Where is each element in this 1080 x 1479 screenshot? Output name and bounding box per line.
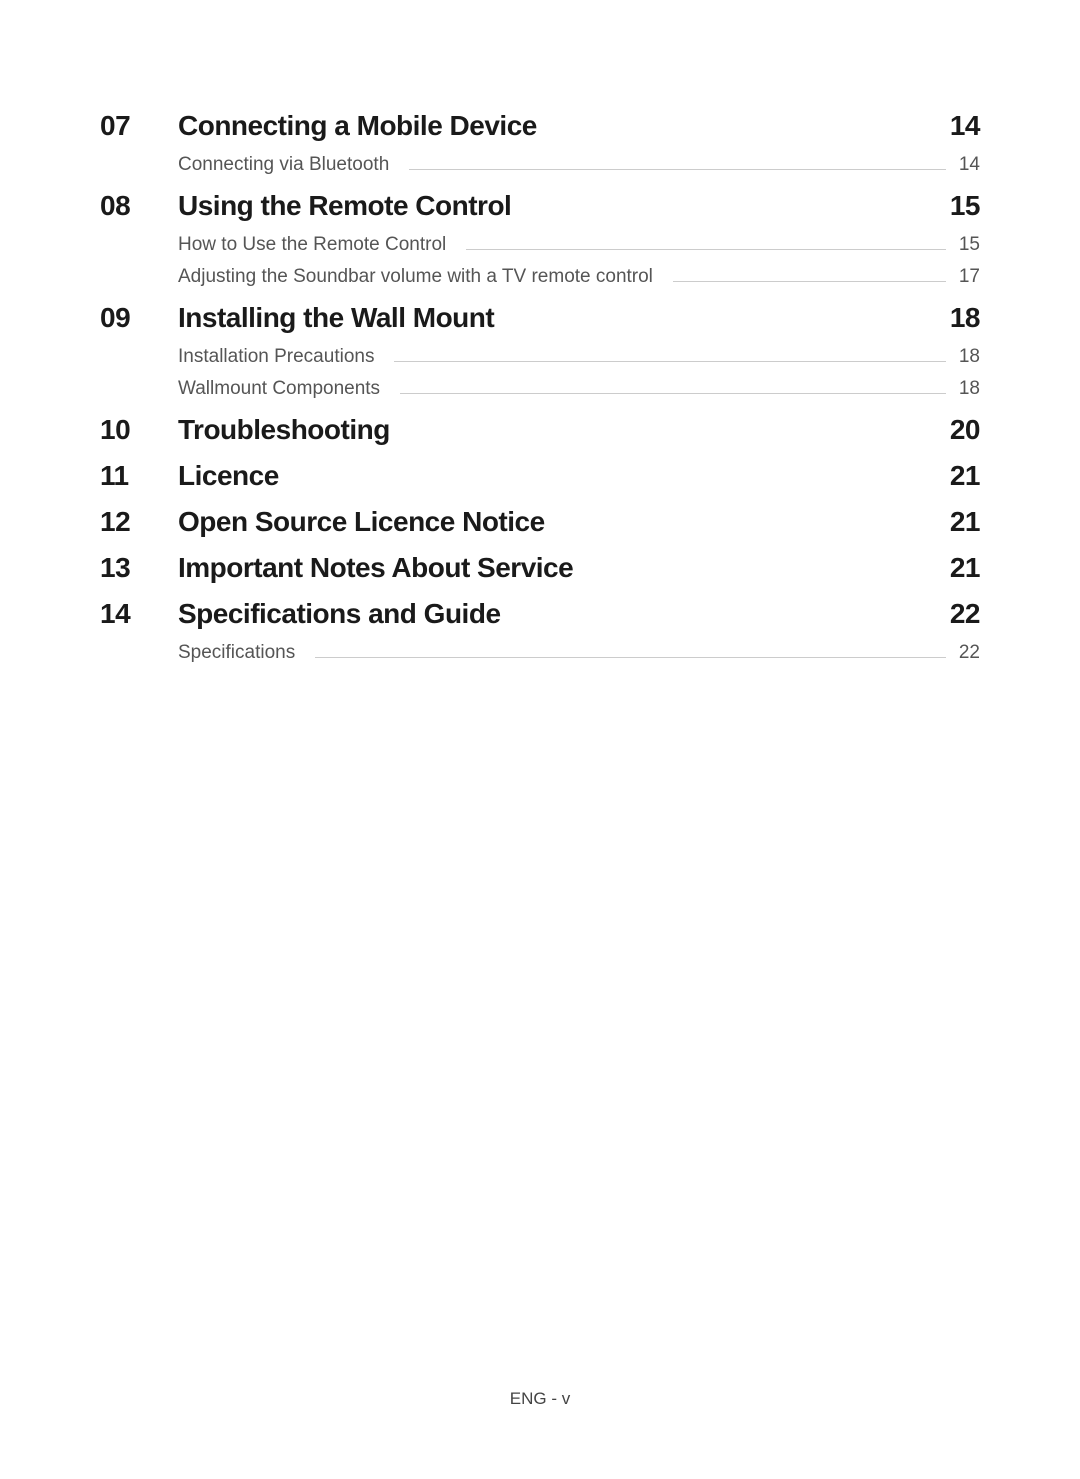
- toc-sub-title: Connecting via Bluetooth: [178, 154, 389, 176]
- toc-section-title: Licence: [178, 460, 950, 492]
- toc-main-row[interactable]: 12Open Source Licence Notice21: [100, 506, 980, 538]
- toc-section: 10Troubleshooting20: [100, 414, 980, 446]
- toc-sub-page: 14: [956, 154, 980, 176]
- toc-section-number: 14: [100, 598, 178, 630]
- toc-sub-title: Adjusting the Soundbar volume with a TV …: [178, 266, 653, 288]
- toc-section-title: Using the Remote Control: [178, 190, 950, 222]
- toc-section-number: 08: [100, 190, 178, 222]
- toc-leader-line: [400, 393, 946, 394]
- toc-section-page: 14: [950, 110, 980, 142]
- toc-section: 13Important Notes About Service21: [100, 552, 980, 584]
- toc-leader-line: [409, 169, 946, 170]
- toc-sub-page: 17: [956, 266, 980, 288]
- toc-section-page: 18: [950, 302, 980, 334]
- toc-section-title: Important Notes About Service: [178, 552, 950, 584]
- toc-leader-line: [466, 249, 946, 250]
- toc-section-number: 13: [100, 552, 178, 584]
- toc-sub-row[interactable]: Installation Precautions 18: [178, 346, 980, 368]
- toc-section-number: 07: [100, 110, 178, 142]
- toc-section-title: Installing the Wall Mount: [178, 302, 950, 334]
- toc-section: 12Open Source Licence Notice21: [100, 506, 980, 538]
- toc-main-row[interactable]: 13Important Notes About Service21: [100, 552, 980, 584]
- toc-section: 08Using the Remote Control15How to Use t…: [100, 190, 980, 288]
- toc-sub-title: Wallmount Components: [178, 378, 380, 400]
- toc-section-page: 21: [950, 552, 980, 584]
- toc-sub-page: 18: [956, 346, 980, 368]
- toc-sub-row[interactable]: Adjusting the Soundbar volume with a TV …: [178, 266, 980, 288]
- toc-main-row[interactable]: 07Connecting a Mobile Device14: [100, 110, 980, 142]
- toc-sub-row[interactable]: How to Use the Remote Control 15: [178, 234, 980, 256]
- toc-sub-page: 15: [956, 234, 980, 256]
- toc-section-page: 21: [950, 506, 980, 538]
- toc-section-page: 20: [950, 414, 980, 446]
- toc-section-title: Open Source Licence Notice: [178, 506, 950, 538]
- toc-sub-row[interactable]: Specifications 22: [178, 642, 980, 664]
- toc-section-title: Troubleshooting: [178, 414, 950, 446]
- toc-sub-title: How to Use the Remote Control: [178, 234, 446, 256]
- toc-section-title: Connecting a Mobile Device: [178, 110, 950, 142]
- toc-section: 07Connecting a Mobile Device14Connecting…: [100, 110, 980, 176]
- toc-section-number: 11: [100, 460, 178, 492]
- toc-leader-line: [673, 281, 946, 282]
- toc-section-page: 15: [950, 190, 980, 222]
- page-footer: ENG - v: [0, 1389, 1080, 1409]
- toc-sub-page: 18: [956, 378, 980, 400]
- toc-section: 11Licence21: [100, 460, 980, 492]
- toc-sub-title: Installation Precautions: [178, 346, 374, 368]
- toc-sub-row[interactable]: Wallmount Components 18: [178, 378, 980, 400]
- toc-main-row[interactable]: 09Installing the Wall Mount18: [100, 302, 980, 334]
- toc-section: 09Installing the Wall Mount18Installatio…: [100, 302, 980, 400]
- toc-leader-line: [315, 657, 946, 658]
- toc-section-number: 09: [100, 302, 178, 334]
- toc-main-row[interactable]: 08Using the Remote Control15: [100, 190, 980, 222]
- toc-section-number: 10: [100, 414, 178, 446]
- toc-section-page: 22: [950, 598, 980, 630]
- toc-main-row[interactable]: 10Troubleshooting20: [100, 414, 980, 446]
- toc-container: 07Connecting a Mobile Device14Connecting…: [100, 110, 980, 664]
- toc-sub-page: 22: [956, 642, 980, 664]
- toc-leader-line: [394, 361, 946, 362]
- toc-main-row[interactable]: 14Specifications and Guide22: [100, 598, 980, 630]
- toc-sub-row[interactable]: Connecting via Bluetooth 14: [178, 154, 980, 176]
- toc-main-row[interactable]: 11Licence21: [100, 460, 980, 492]
- toc-section-title: Specifications and Guide: [178, 598, 950, 630]
- toc-sub-title: Specifications: [178, 642, 295, 664]
- toc-section: 14Specifications and Guide22Specificatio…: [100, 598, 980, 664]
- toc-section-page: 21: [950, 460, 980, 492]
- toc-section-number: 12: [100, 506, 178, 538]
